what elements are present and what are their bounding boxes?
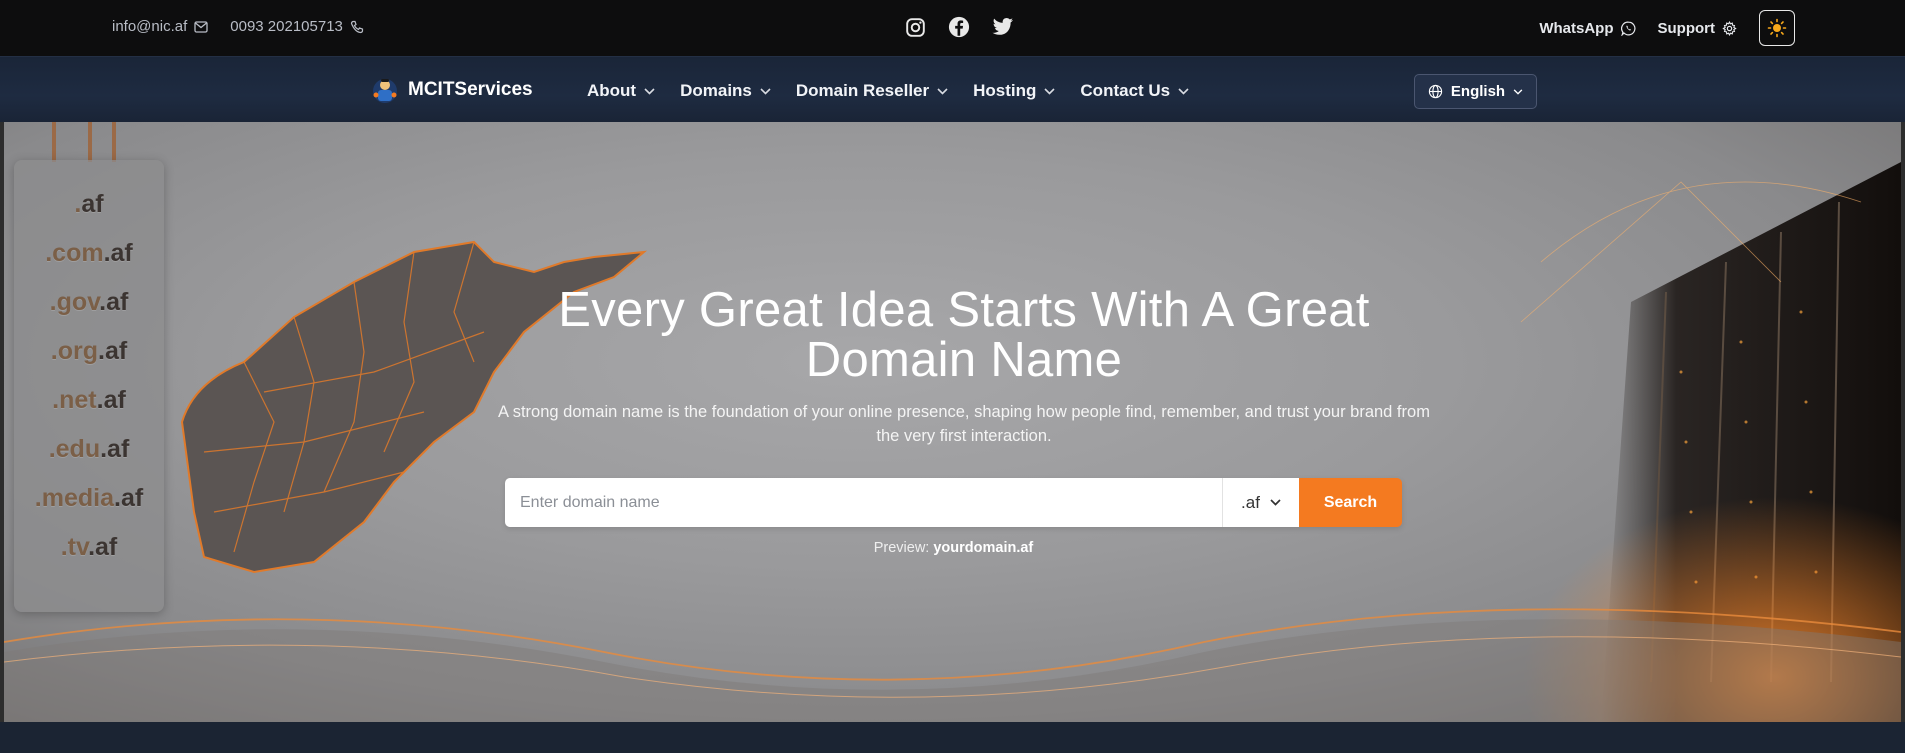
- facebook-icon[interactable]: [947, 15, 971, 39]
- chevron-down-icon: [1513, 88, 1523, 95]
- nav-item-hosting[interactable]: Hosting: [973, 81, 1055, 101]
- mcit-logo-icon: [373, 79, 397, 103]
- tld-item: .com.af: [45, 239, 133, 267]
- left-edge: [0, 122, 4, 722]
- phone-text: 0093 202105713: [230, 18, 343, 35]
- gear-icon: [1722, 20, 1737, 36]
- domain-search-bar: .af Search: [505, 478, 1402, 527]
- domain-search-input[interactable]: [505, 478, 1222, 527]
- decorative-wave: [4, 608, 1901, 722]
- main-navbar: MCITServices About Domains Domain Resell…: [0, 56, 1905, 122]
- brand-logo[interactable]: MCITServices: [370, 75, 533, 105]
- preview-value: yourdomain.af: [933, 540, 1034, 556]
- tld-item: .net.af: [52, 386, 126, 414]
- nav-menu: About Domains Domain Reseller Hosting Co…: [587, 81, 1189, 101]
- hero-subtitle: A strong domain name is the foundation o…: [498, 403, 1430, 445]
- brand-name: MCITServices: [408, 79, 533, 100]
- tld-item: .af: [74, 190, 104, 218]
- instagram-icon[interactable]: [903, 15, 927, 39]
- nav-item-label: Domain Reseller: [795, 81, 930, 100]
- preview-label: Preview:: [873, 540, 930, 556]
- phone-icon: [350, 20, 363, 33]
- whatsapp-link[interactable]: WhatsApp: [1539, 20, 1635, 37]
- twitter-icon[interactable]: [991, 15, 1015, 39]
- sun-icon: [1767, 18, 1787, 38]
- email-link[interactable]: info@nic.af: [112, 18, 208, 35]
- page: info@nic.af 0093 202105713 WhatsApp Supp…: [0, 0, 1905, 753]
- tld-dropdown-value: .af: [1241, 492, 1260, 512]
- contact-info: info@nic.af 0093 202105713: [112, 18, 364, 35]
- email-text: info@nic.af: [112, 18, 188, 35]
- domain-preview: Preview: yourdomain.af: [505, 540, 1402, 556]
- nav-item-domain-reseller[interactable]: Domain Reseller: [796, 81, 948, 101]
- tld-dropdown[interactable]: .af: [1222, 478, 1299, 527]
- next-section: [0, 722, 1905, 753]
- support-link[interactable]: Support: [1658, 20, 1738, 37]
- nav-item-label: Hosting: [973, 81, 1037, 100]
- tld-item: .gov.af: [49, 288, 129, 316]
- chevron-down-icon: [760, 87, 771, 95]
- theme-toggle-button[interactable]: [1759, 10, 1795, 46]
- phone-link[interactable]: 0093 202105713: [230, 18, 364, 35]
- nav-item-label: About: [587, 81, 637, 100]
- language-label: English: [1450, 83, 1506, 100]
- topbar-right: WhatsApp Support: [1539, 10, 1795, 46]
- support-label: Support: [1657, 19, 1716, 37]
- whatsapp-icon: [1620, 21, 1635, 36]
- language-selector[interactable]: English: [1414, 74, 1537, 109]
- nav-item-about[interactable]: About: [587, 81, 655, 101]
- hero-title-line1: Every Great Idea Starts With A Great: [558, 283, 1370, 337]
- tld-item: .media.af: [34, 484, 144, 512]
- globe-icon: [1428, 84, 1443, 99]
- nav-item-label: Contact Us: [1080, 81, 1171, 100]
- social-links: [903, 15, 1015, 39]
- hero-title: Every Great Idea Starts With A Great Dom…: [464, 285, 1464, 385]
- nav-item-domains[interactable]: Domains: [680, 81, 771, 101]
- chevron-down-icon: [644, 87, 655, 95]
- right-edge: [1901, 122, 1905, 722]
- chevron-down-icon: [1178, 87, 1189, 95]
- topbar: info@nic.af 0093 202105713 WhatsApp Supp…: [0, 0, 1905, 56]
- chevron-down-icon: [1270, 499, 1281, 506]
- mail-icon: [194, 20, 208, 33]
- hero-section: .af .com.af .gov.af .org.af .net.af .edu…: [4, 122, 1901, 722]
- nav-item-contact-us[interactable]: Contact Us: [1080, 81, 1189, 101]
- chevron-down-icon: [937, 87, 948, 95]
- panel-hangers: [52, 122, 116, 162]
- whatsapp-label: WhatsApp: [1539, 19, 1614, 37]
- nav-item-label: Domains: [680, 81, 752, 100]
- search-button[interactable]: Search: [1299, 478, 1402, 527]
- tld-item: .org.af: [50, 337, 128, 365]
- chevron-down-icon: [1044, 87, 1055, 95]
- tld-item: .tv.af: [60, 533, 118, 561]
- hero-title-line2: Domain Name: [805, 333, 1123, 387]
- tld-item: .edu.af: [48, 435, 130, 463]
- tld-list: .af .com.af .gov.af .org.af .net.af .edu…: [14, 160, 164, 582]
